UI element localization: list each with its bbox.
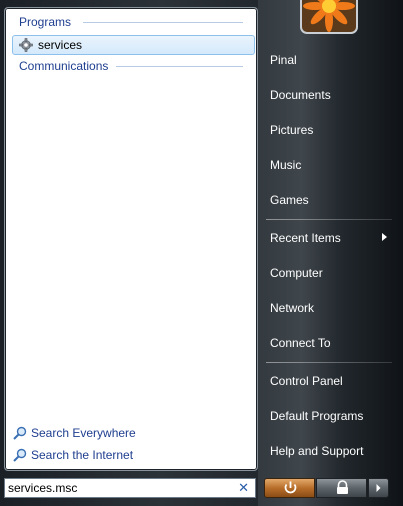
search-results-panel: Programs services Communications Search … bbox=[4, 7, 258, 471]
power-button[interactable] bbox=[264, 478, 315, 498]
magnifier-icon bbox=[13, 426, 27, 440]
search-internet-label: Search the Internet bbox=[31, 448, 134, 462]
search-everywhere-label: Search Everywhere bbox=[31, 426, 136, 440]
clear-icon[interactable]: ✕ bbox=[238, 480, 249, 496]
menu-item-computer[interactable]: Computer bbox=[270, 266, 323, 280]
result-item-services[interactable]: services bbox=[12, 35, 255, 55]
arrow-right-icon bbox=[376, 484, 381, 492]
menu-item-documents[interactable]: Documents bbox=[270, 88, 331, 102]
user-picture[interactable] bbox=[302, 0, 356, 32]
shutdown-options-button[interactable] bbox=[368, 478, 389, 498]
menu-item-default-programs[interactable]: Default Programs bbox=[270, 409, 363, 423]
flower-icon bbox=[302, 0, 356, 32]
search-input[interactable] bbox=[8, 481, 228, 495]
result-item-label: services bbox=[38, 38, 83, 52]
menu-item-pictures[interactable]: Pictures bbox=[270, 123, 313, 137]
start-menu: Programs services Communications Search … bbox=[0, 0, 403, 506]
menu-item-control-panel[interactable]: Control Panel bbox=[270, 374, 343, 388]
menu-item-games[interactable]: Games bbox=[270, 193, 309, 207]
menu-item-recent-items[interactable]: Recent Items bbox=[270, 231, 341, 245]
arrow-right-icon bbox=[382, 233, 387, 241]
lock-icon bbox=[337, 480, 348, 494]
menu-separator bbox=[266, 219, 392, 220]
menu-item-connect-to[interactable]: Connect To bbox=[270, 336, 331, 350]
search-box[interactable]: ✕ bbox=[4, 478, 256, 498]
menu-item-help-and-support[interactable]: Help and Support bbox=[270, 444, 363, 458]
gear-icon bbox=[19, 38, 33, 52]
menu-separator bbox=[266, 362, 392, 363]
section-divider bbox=[83, 22, 243, 23]
menu-item-user-folder[interactable]: Pinal bbox=[270, 53, 297, 67]
power-icon bbox=[284, 481, 297, 494]
section-header-communications: Communications bbox=[19, 59, 109, 73]
right-panel bbox=[258, 0, 403, 506]
lock-button[interactable] bbox=[316, 478, 367, 498]
section-header-programs: Programs bbox=[19, 15, 72, 29]
magnifier-icon bbox=[13, 448, 27, 462]
menu-item-network[interactable]: Network bbox=[270, 301, 314, 315]
menu-item-music[interactable]: Music bbox=[270, 158, 301, 172]
section-divider bbox=[116, 66, 243, 67]
